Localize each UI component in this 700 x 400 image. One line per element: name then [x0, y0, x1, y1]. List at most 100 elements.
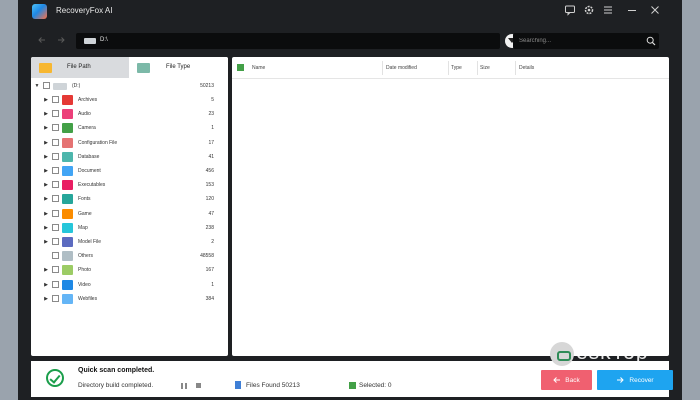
tree-item-checkbox[interactable] — [52, 124, 59, 132]
expand-arrow-icon[interactable]: ▶ — [43, 153, 49, 161]
expand-arrow-icon[interactable]: ▶ — [43, 139, 49, 147]
expand-arrow-icon[interactable]: ▶ — [43, 96, 49, 104]
selected-info: Selected: 0 — [359, 382, 392, 389]
drive-icon — [84, 38, 96, 44]
expand-arrow-icon[interactable]: ▶ — [43, 110, 49, 118]
tree-item-count: 5 — [211, 97, 214, 103]
search-icon[interactable] — [646, 36, 656, 46]
back-arrow-icon[interactable] — [36, 34, 48, 46]
forward-arrow-icon — [617, 377, 625, 383]
tab-file-path[interactable]: File Path — [31, 57, 129, 78]
menu-icon[interactable] — [602, 4, 614, 16]
tree-item-database[interactable]: ▶ Database 41 — [31, 150, 228, 164]
column-details[interactable]: Details — [519, 65, 534, 71]
tree-item-checkbox[interactable] — [52, 195, 59, 203]
recover-button[interactable]: Recover — [597, 370, 673, 390]
tree-item-checkbox[interactable] — [52, 181, 59, 189]
tree-item-label: Configuration File — [78, 139, 118, 146]
watermark: eskTop — [550, 340, 688, 370]
expand-arrow-icon[interactable]: ▶ — [43, 195, 49, 203]
title-bar: RecoveryFox AI — [18, 0, 682, 24]
map-icon — [62, 222, 73, 233]
tree-item-archives[interactable]: ▶ Archives 5 — [31, 93, 228, 107]
tree-item-checkbox[interactable] — [52, 294, 59, 302]
tree-item-document[interactable]: ▶ Document 456 — [31, 164, 228, 178]
tab-file-type[interactable]: File Type — [129, 57, 228, 78]
tree-item-checkbox[interactable] — [52, 266, 59, 274]
column-type[interactable]: Type — [451, 65, 462, 71]
scan-status-title: Quick scan completed. — [78, 367, 155, 374]
root-checkbox[interactable] — [43, 82, 50, 89]
pause-icon[interactable] — [181, 383, 187, 389]
tree-item-audio[interactable]: ▶ Audio 23 — [31, 107, 228, 121]
back-button[interactable]: Back — [541, 370, 592, 390]
search-input[interactable] — [515, 34, 639, 48]
selected-label: Selected: — [359, 382, 387, 389]
tree-root-row[interactable]: ▼ (D:) 50213 — [31, 79, 228, 93]
tree-item-checkbox[interactable] — [52, 280, 59, 288]
tree-item-label: Webfiles — [78, 295, 98, 302]
expand-arrow-icon[interactable]: ▶ — [43, 266, 49, 274]
tree-item-count: 2 — [211, 239, 214, 245]
audio-icon — [62, 109, 73, 120]
gear-icon[interactable] — [583, 4, 595, 16]
tree-item-checkbox[interactable] — [52, 167, 59, 174]
expand-arrow-icon[interactable]: ▶ — [43, 295, 49, 303]
tree-item-count: 1 — [211, 125, 214, 132]
camera-icon — [62, 123, 73, 134]
tree-item-count: 120 — [205, 196, 214, 203]
tree-item-checkbox[interactable] — [52, 209, 59, 217]
column-name[interactable]: Name — [252, 65, 265, 71]
column-divider[interactable] — [448, 61, 449, 75]
column-size[interactable]: Size — [480, 65, 490, 71]
expand-arrow-icon[interactable]: ▶ — [43, 224, 49, 232]
category-tabs: File Path File Type — [31, 57, 228, 78]
tree-item-count: 17 — [208, 139, 214, 146]
expand-arrow-icon[interactable]: ▶ — [43, 181, 49, 189]
tree-item-checkbox[interactable] — [52, 252, 59, 260]
font-icon — [62, 194, 73, 205]
minimize-icon[interactable] — [626, 4, 638, 16]
forward-arrow-icon[interactable] — [55, 34, 67, 46]
select-all-checkbox[interactable] — [237, 64, 244, 71]
expand-arrow-icon[interactable]: ▶ — [43, 124, 49, 132]
close-icon[interactable] — [649, 4, 661, 16]
tree-item-game[interactable]: ▶ Game 47 — [31, 207, 228, 221]
tree-item-label: Document — [78, 168, 101, 174]
path-bar[interactable]: D:\ — [76, 33, 500, 49]
executable-icon — [62, 180, 73, 191]
tree-item-executables[interactable]: ▶ Executables 153 — [31, 178, 228, 192]
expand-arrow-icon[interactable]: ▶ — [43, 210, 49, 218]
expand-arrow-icon[interactable]: ▶ — [43, 281, 49, 289]
tree-item-checkbox[interactable] — [52, 96, 59, 103]
column-divider[interactable] — [477, 61, 478, 75]
tree-item-fonts[interactable]: ▶ Fonts 120 — [31, 192, 228, 206]
tree-item-map[interactable]: ▶ Map 238 — [31, 221, 228, 235]
tree-item-webfiles[interactable]: ▶ Webfiles 384 — [31, 292, 228, 306]
expand-arrow-icon[interactable]: ▶ — [43, 238, 49, 246]
tree-item-checkbox[interactable] — [52, 223, 59, 231]
toolbar: D:\ — [18, 26, 682, 56]
tree-item-count: 153 — [205, 182, 214, 189]
tree-item-checkbox[interactable] — [52, 238, 59, 245]
tree-item-model-file[interactable]: ▶ Model File 2 — [31, 235, 228, 249]
collapse-arrow-icon[interactable]: ▼ — [34, 82, 40, 90]
tree-item-checkbox[interactable] — [52, 138, 59, 146]
tree-item-configuration-file[interactable]: ▶ Configuration File 17 — [31, 136, 228, 150]
tree-item-checkbox[interactable] — [52, 110, 59, 118]
back-arrow-icon — [553, 377, 561, 383]
tree-item-camera[interactable]: ▶ Camera 1 — [31, 121, 228, 135]
stop-icon[interactable] — [196, 383, 201, 388]
column-divider[interactable] — [515, 61, 516, 75]
tree-item-label: Executables — [78, 182, 106, 189]
others-icon — [62, 251, 73, 262]
chat-icon[interactable] — [564, 4, 576, 16]
column-divider[interactable] — [382, 61, 383, 75]
tree-item-others[interactable]: Others 48558 — [31, 249, 228, 263]
tree-item-checkbox[interactable] — [52, 152, 59, 160]
recover-button-label: Recover — [629, 376, 654, 384]
expand-arrow-icon[interactable]: ▶ — [43, 167, 49, 175]
tree-item-photo[interactable]: ▶ Photo 167 — [31, 263, 228, 277]
tree-item-video[interactable]: ▶ Video 1 — [31, 278, 228, 292]
column-date-modified[interactable]: Date modified — [386, 65, 417, 71]
